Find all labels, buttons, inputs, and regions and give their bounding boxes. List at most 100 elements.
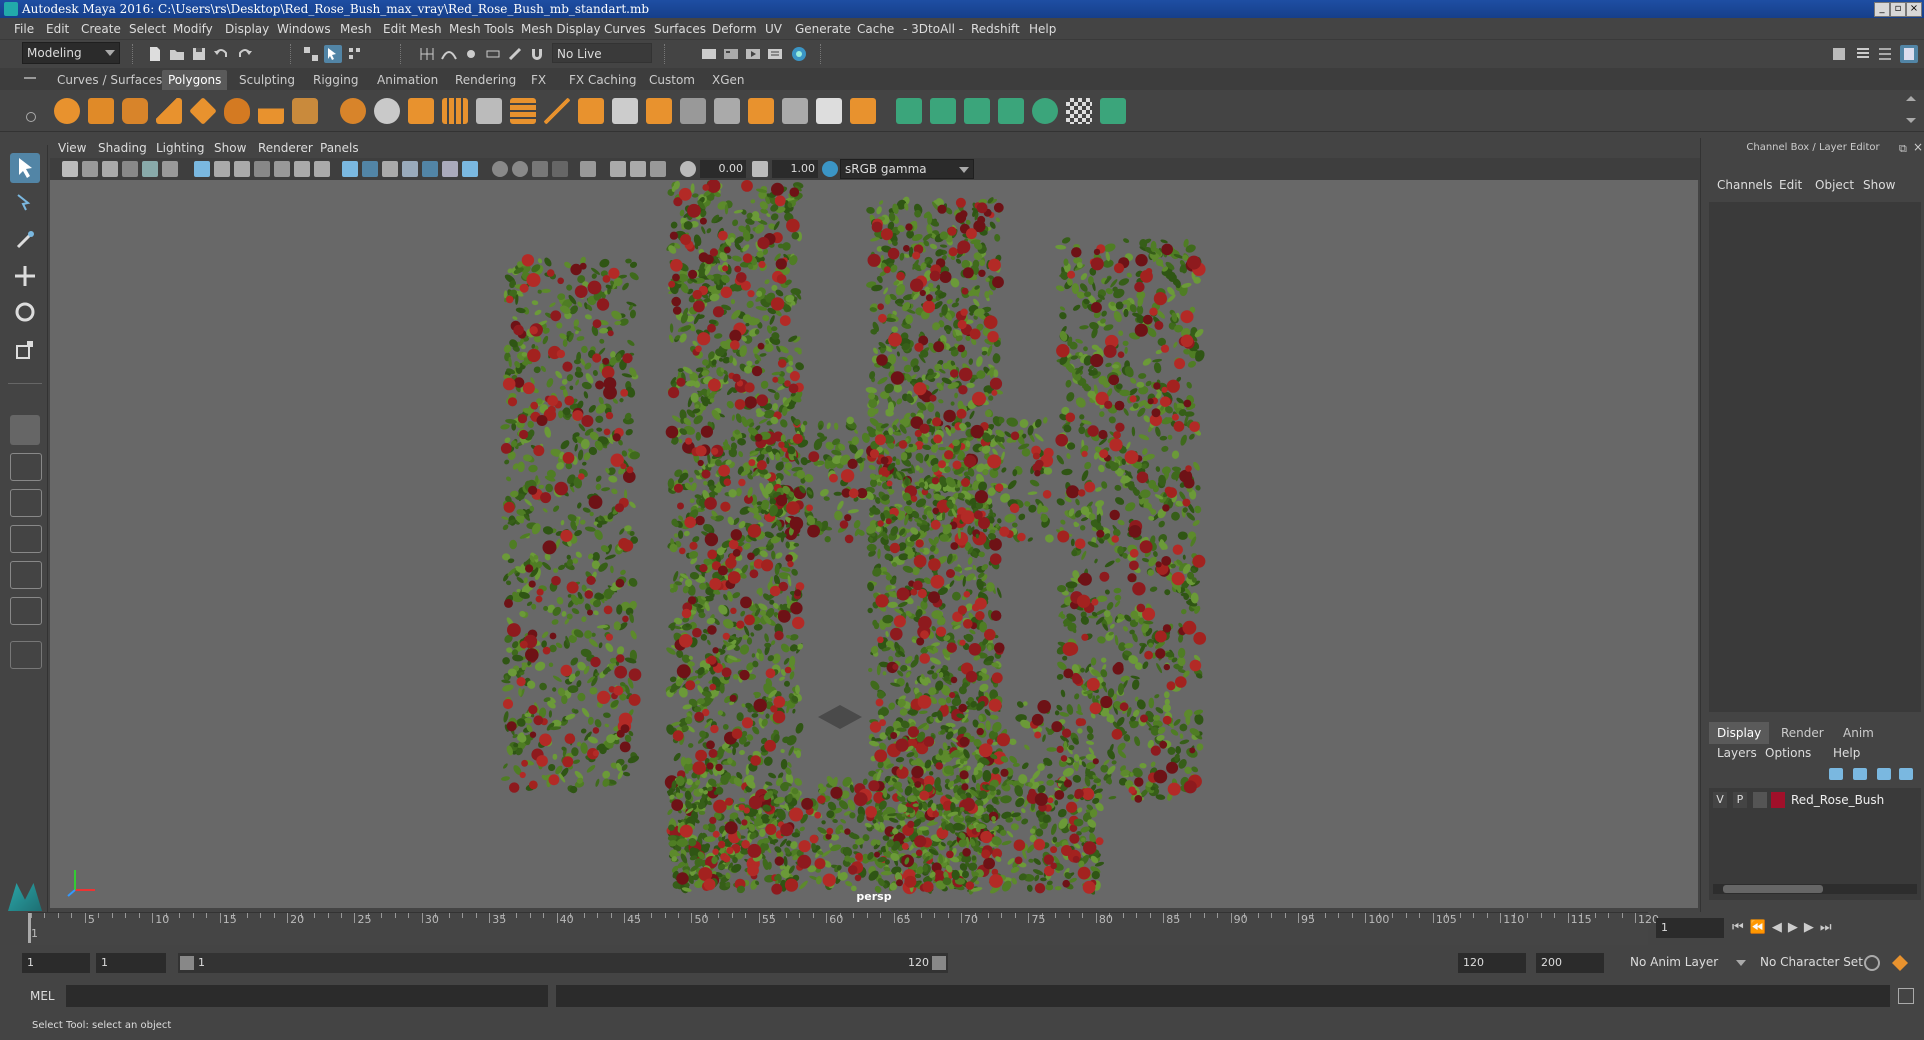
wireframe-on-shaded-icon[interactable] — [382, 161, 398, 177]
insert-edge-loop-icon[interactable] — [680, 98, 706, 124]
redo-icon[interactable] — [236, 45, 254, 63]
render-settings-icon[interactable] — [766, 45, 784, 63]
menu-cache[interactable]: Cache — [857, 18, 894, 40]
uv-spherical-icon[interactable] — [964, 98, 990, 124]
perspective-viewport[interactable]: persp — [50, 180, 1698, 908]
screen-space-ao-icon[interactable] — [492, 161, 508, 177]
safe-action-icon[interactable] — [294, 161, 310, 177]
save-scene-icon[interactable] — [190, 45, 208, 63]
character-set-dropdown[interactable]: No Character Set — [1756, 953, 1874, 973]
panel-menu-show[interactable]: Show — [214, 138, 246, 158]
multisample-aa-icon[interactable] — [532, 161, 548, 177]
uv-cylindrical-icon[interactable] — [930, 98, 956, 124]
snap-to-curve-icon[interactable] — [440, 45, 458, 63]
extract-icon[interactable] — [408, 98, 434, 124]
gate-mask-icon[interactable] — [254, 161, 270, 177]
select-tool-icon[interactable] — [10, 153, 40, 183]
scale-tool-icon[interactable] — [10, 335, 40, 365]
tab-fx-caching[interactable]: FX Caching — [563, 70, 642, 90]
menu-help[interactable]: Help — [1029, 18, 1056, 40]
attribute-editor-icon[interactable] — [1854, 45, 1872, 63]
panel-menu-lighting[interactable]: Lighting — [156, 138, 205, 158]
bridge-icon[interactable] — [612, 98, 638, 124]
depth-of-field-icon[interactable] — [552, 161, 568, 177]
xray-joints-icon[interactable] — [650, 161, 666, 177]
menu-mesh[interactable]: Mesh — [340, 18, 372, 40]
panel-menu-panels[interactable]: Panels — [320, 138, 359, 158]
render-view-icon[interactable] — [700, 45, 718, 63]
smooth-shade-icon[interactable] — [362, 161, 378, 177]
four-view-layout-icon[interactable] — [10, 453, 42, 481]
poly-sphere-icon[interactable] — [54, 98, 80, 124]
close-button[interactable]: × — [1906, 2, 1922, 17]
poly-cylinder-icon[interactable] — [122, 98, 148, 124]
tab-custom[interactable]: Custom — [643, 70, 701, 90]
help-menu[interactable]: Help — [1833, 746, 1860, 760]
anim-layer-dropdown[interactable]: No Anim Layer — [1626, 953, 1750, 973]
uv-planar-icon[interactable] — [896, 98, 922, 124]
tab-sculpting[interactable]: Sculpting — [233, 70, 301, 90]
shelf-menu-icon[interactable] — [24, 77, 36, 79]
exposure-field[interactable]: 0.00 — [700, 160, 746, 178]
menu-modify[interactable]: Modify — [173, 18, 213, 40]
hypershade-layout-icon[interactable] — [10, 561, 42, 589]
lasso-tool-icon[interactable] — [10, 189, 40, 219]
layer-playback-toggle[interactable]: P — [1733, 792, 1747, 808]
channel-box-icon[interactable] — [1900, 45, 1918, 63]
snap-to-live-icon[interactable] — [506, 45, 524, 63]
new-scene-icon[interactable] — [146, 45, 164, 63]
menu-edit[interactable]: Edit — [46, 18, 69, 40]
multi-cut-icon[interactable] — [544, 98, 570, 124]
select-by-hierarchy-icon[interactable] — [302, 45, 320, 63]
time-slider-bar[interactable]: 1 5 10 15 20 25 30 35 40 45 50 55 60 65 70 75 80 85 90 95 1… — [28, 912, 1659, 945]
snap-to-grid-icon[interactable] — [418, 45, 436, 63]
uv-automatic-icon[interactable] — [998, 98, 1024, 124]
menu-windows[interactable]: Windows — [277, 18, 331, 40]
command-input[interactable] — [66, 985, 548, 1007]
close-panel-icon[interactable]: × — [1913, 140, 1923, 154]
menu-create[interactable]: Create — [81, 18, 121, 40]
layer-name[interactable]: Red_Rose_Bush — [1791, 792, 1884, 808]
playback-end-field[interactable]: 120 — [1458, 953, 1526, 973]
color-management-icon[interactable] — [822, 161, 838, 177]
mirror-icon[interactable] — [510, 98, 536, 124]
motion-blur-icon[interactable] — [512, 161, 528, 177]
step-forward-frame-icon[interactable]: ▶ — [1804, 920, 1820, 935]
poly-cone-icon[interactable] — [156, 98, 182, 124]
shelf-gear-icon[interactable] — [26, 112, 36, 122]
boolean-icon[interactable] — [476, 98, 502, 124]
poly-pipe-icon[interactable] — [292, 98, 318, 124]
playback-start-field[interactable]: 1 — [96, 953, 166, 973]
tab-rigging[interactable]: Rigging — [307, 70, 364, 90]
channels-menu[interactable]: Channels — [1717, 178, 1773, 192]
safe-title-icon[interactable] — [314, 161, 330, 177]
layer-color-swatch[interactable] — [1771, 792, 1785, 808]
move-layer-down-icon[interactable] — [1853, 768, 1867, 780]
exposure-icon[interactable] — [680, 161, 696, 177]
bookmark-icon[interactable] — [102, 161, 118, 177]
modeling-toolkit-icon[interactable] — [1830, 45, 1848, 63]
combine-icon[interactable] — [340, 98, 366, 124]
film-gate-icon[interactable] — [214, 161, 230, 177]
hypershade-icon[interactable] — [790, 45, 808, 63]
tab-curves-surfaces[interactable]: Curves / Surfaces — [51, 70, 168, 90]
menu-mesh-display[interactable]: Mesh Display — [521, 18, 601, 40]
render-current-frame-icon[interactable] — [722, 45, 740, 63]
maximize-button[interactable]: ▫ — [1890, 2, 1906, 17]
uv-layout-icon[interactable] — [1100, 98, 1126, 124]
options-menu[interactable]: Options — [1765, 746, 1811, 760]
offset-edge-loop-icon[interactable] — [714, 98, 740, 124]
mode-dropdown[interactable]: Modeling — [22, 42, 120, 64]
snap-to-view-plane-icon[interactable] — [484, 45, 502, 63]
layer-display-type-toggle[interactable] — [1753, 792, 1767, 808]
shelf-scroll-up-icon[interactable] — [1906, 96, 1916, 101]
object-menu[interactable]: Object — [1815, 178, 1854, 192]
menu-edit-mesh[interactable]: Edit Mesh — [383, 18, 442, 40]
paint-select-tool-icon[interactable] — [10, 225, 40, 255]
float-panel-icon[interactable]: ⧉ — [1899, 142, 1907, 156]
poly-prism-icon[interactable] — [258, 98, 284, 124]
single-perspective-layout-icon[interactable] — [10, 415, 40, 445]
resolution-gate-icon[interactable] — [234, 161, 250, 177]
shelf-scroll-down-icon[interactable] — [1906, 118, 1916, 123]
live-surface-field[interactable]: No Live Surface — [552, 43, 652, 81]
